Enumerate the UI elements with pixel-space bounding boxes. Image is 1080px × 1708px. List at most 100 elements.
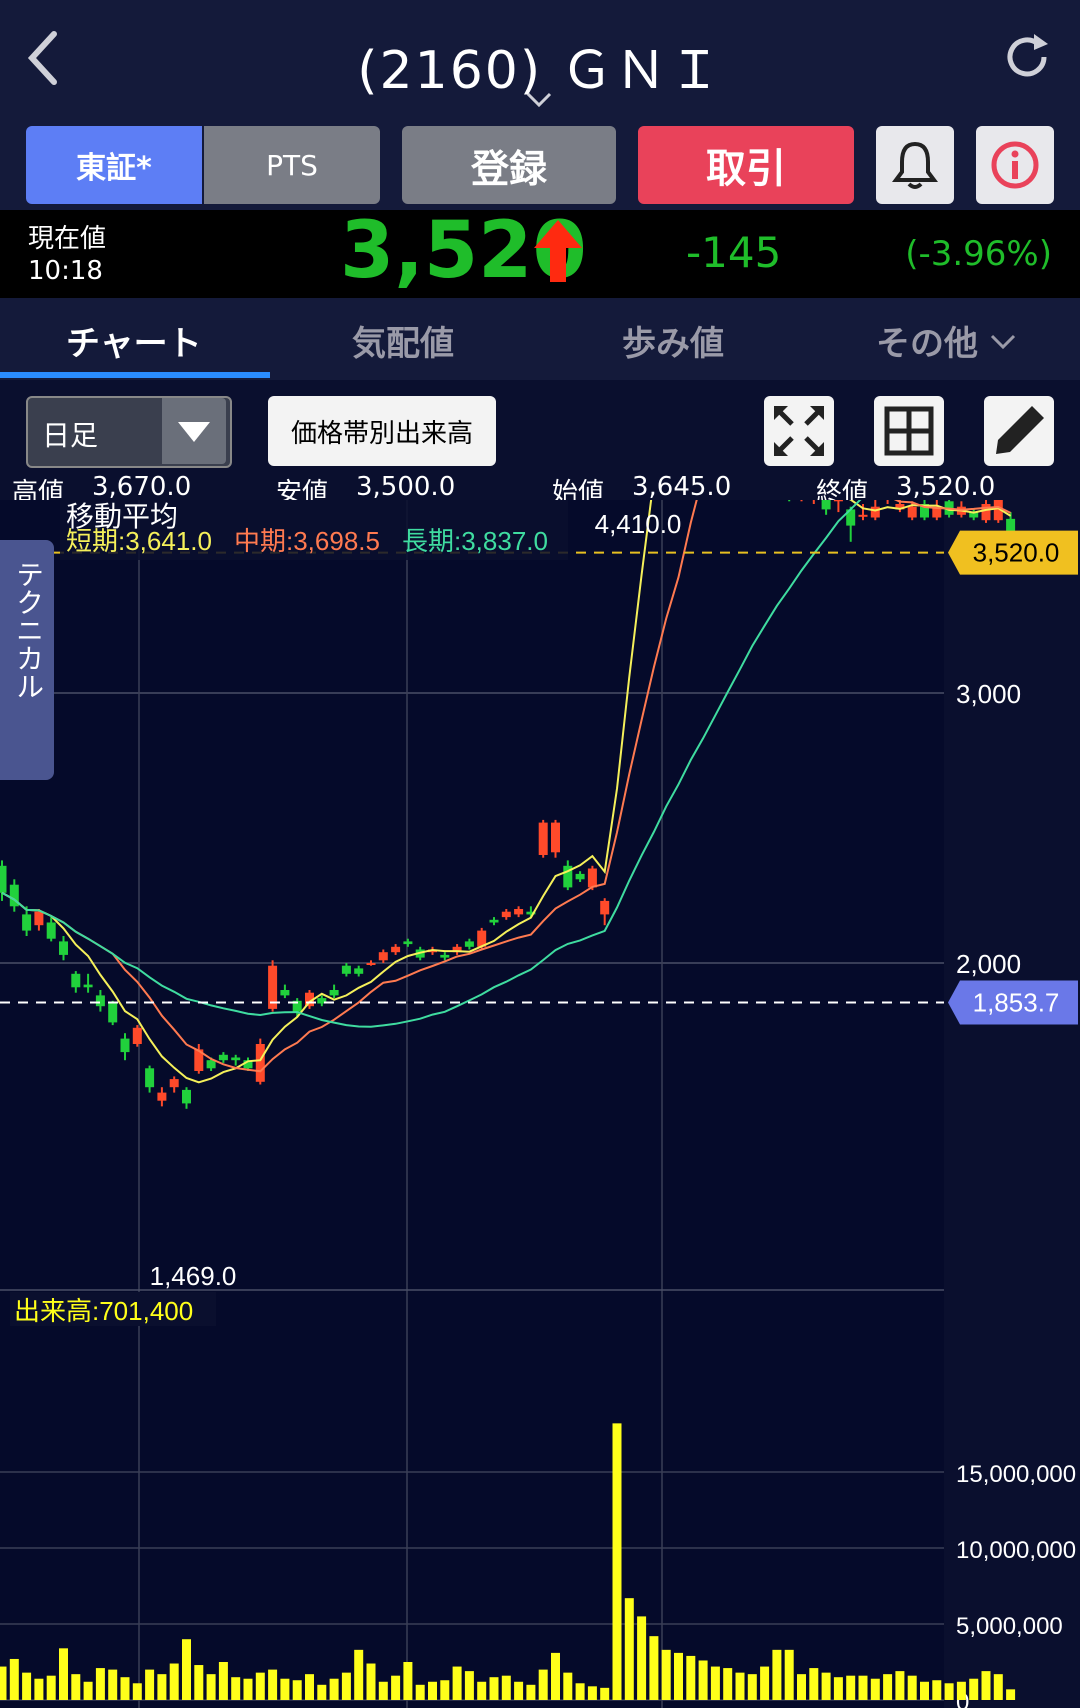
volume-bar (415, 1684, 425, 1700)
volume-bar (575, 1683, 585, 1700)
candle-body (329, 990, 339, 996)
volume-bar (760, 1666, 770, 1700)
candle-body (120, 1038, 130, 1053)
volume-bar (956, 1681, 966, 1700)
volume-bar (0, 1666, 7, 1700)
candle-body (0, 865, 7, 893)
volume-axis-tick: 15,000,000 (956, 1461, 1076, 1488)
expand-icon (774, 406, 824, 456)
volume-bar (403, 1662, 413, 1700)
volume-bar (378, 1681, 388, 1700)
volume-bar (612, 1423, 622, 1700)
volume-bar (255, 1672, 265, 1700)
grid-layout-button[interactable] (874, 396, 944, 466)
alert-bell-button[interactable] (876, 126, 954, 204)
candle-body (83, 984, 93, 988)
tab-other[interactable]: その他 (876, 316, 978, 365)
period-select-value: 日足 (42, 419, 99, 452)
volume-axis-tick: 10,000,000 (956, 1537, 1076, 1564)
period-select-arrow[interactable] (162, 398, 226, 464)
volume-bar (686, 1655, 696, 1700)
volume-bar (858, 1675, 868, 1700)
register-button[interactable]: 登録 (402, 126, 616, 204)
volume-bar (329, 1678, 339, 1700)
volume-bar (9, 1658, 19, 1700)
chevron-down-icon[interactable] (526, 92, 552, 108)
candle-body (354, 968, 364, 974)
current-price-badge-label: 3,520.0 (973, 538, 1060, 568)
candle-body (132, 1027, 142, 1044)
volume-bar (674, 1652, 683, 1700)
candle-body (218, 1054, 228, 1061)
volume-bar (206, 1674, 216, 1700)
volume-bar (194, 1665, 204, 1700)
fullscreen-button[interactable] (764, 396, 834, 466)
volume-bar (637, 1616, 647, 1700)
candle-body (255, 1044, 265, 1082)
trade-button[interactable]: 取引 (638, 126, 854, 204)
tab-trades[interactable]: 歩み値 (622, 316, 724, 365)
low-value: 3,500.0 (356, 472, 456, 502)
min-price-annotation: 1,469.0 (150, 1261, 237, 1291)
ma-legend-mid: 中期:3,698.5 (234, 526, 380, 556)
volume-bar (870, 1678, 880, 1700)
reference-price-badge-label: 1,853.7 (973, 988, 1060, 1018)
candle-body (157, 1092, 167, 1101)
price-change-percent: (-3.96%) (905, 234, 1052, 274)
candle-body (870, 506, 880, 518)
volume-bar (932, 1680, 942, 1700)
candle-body (587, 868, 597, 888)
volume-bar (600, 1687, 610, 1700)
candle-body (538, 822, 548, 855)
volume-bar (305, 1674, 314, 1700)
price-volume-button[interactable]: 価格帯別出来高 (268, 396, 496, 466)
volume-bar (944, 1683, 954, 1700)
volume-bar (883, 1674, 893, 1700)
volume-axis-tick: 5,000,000 (956, 1613, 1063, 1640)
candle-body (391, 946, 401, 953)
candlestick-chart[interactable]: 4,0003,0002,0003,520.01,853.74,410.01,46… (0, 500, 1080, 1708)
refresh-icon[interactable] (1000, 30, 1054, 84)
candle-body (95, 995, 105, 1007)
volume-bar (747, 1674, 757, 1700)
info-button[interactable] (976, 126, 1054, 204)
volume-bar (501, 1675, 511, 1700)
price-axis-tick: 3,000 (956, 679, 1021, 709)
volume-bar (292, 1680, 302, 1700)
market-tosho-button[interactable]: 東証* (26, 126, 202, 204)
tab-chart[interactable]: チャート (66, 316, 202, 365)
candle-body (280, 990, 290, 996)
volume-bar (698, 1660, 708, 1700)
tab-quotes[interactable]: 気配値 (352, 316, 454, 365)
candle-body (833, 500, 843, 502)
candle-body (600, 900, 610, 915)
market-pts-button[interactable]: PTS (204, 126, 380, 204)
volume-bar (563, 1672, 573, 1700)
candle-body (231, 1057, 241, 1061)
volume-bar (71, 1674, 81, 1700)
volume-bar (46, 1675, 56, 1700)
candle-body (981, 504, 991, 521)
volume-bar (34, 1678, 44, 1700)
volume-bar (907, 1675, 917, 1700)
volume-bar (22, 1672, 32, 1700)
volume-bar (169, 1663, 179, 1700)
volume-bar (969, 1678, 979, 1700)
candle-body (366, 963, 376, 965)
volume-bar (280, 1678, 290, 1700)
volume-bar (231, 1677, 241, 1700)
draw-button[interactable] (984, 396, 1054, 466)
volume-bar (95, 1668, 105, 1700)
volume-bar (218, 1662, 228, 1700)
ma-legend-short: 短期:3,641.0 (66, 526, 212, 556)
ma-legend-long: 長期:3,837.0 (402, 526, 548, 556)
volume-bar (489, 1677, 499, 1700)
candle-body (551, 822, 560, 853)
active-tab-underline (0, 372, 270, 378)
candle-body (440, 954, 450, 958)
volume-bar (821, 1672, 831, 1700)
volume-bar (846, 1675, 856, 1700)
volume-bar (317, 1684, 327, 1700)
candle-body (22, 914, 32, 931)
triangle-down-icon (178, 422, 210, 442)
